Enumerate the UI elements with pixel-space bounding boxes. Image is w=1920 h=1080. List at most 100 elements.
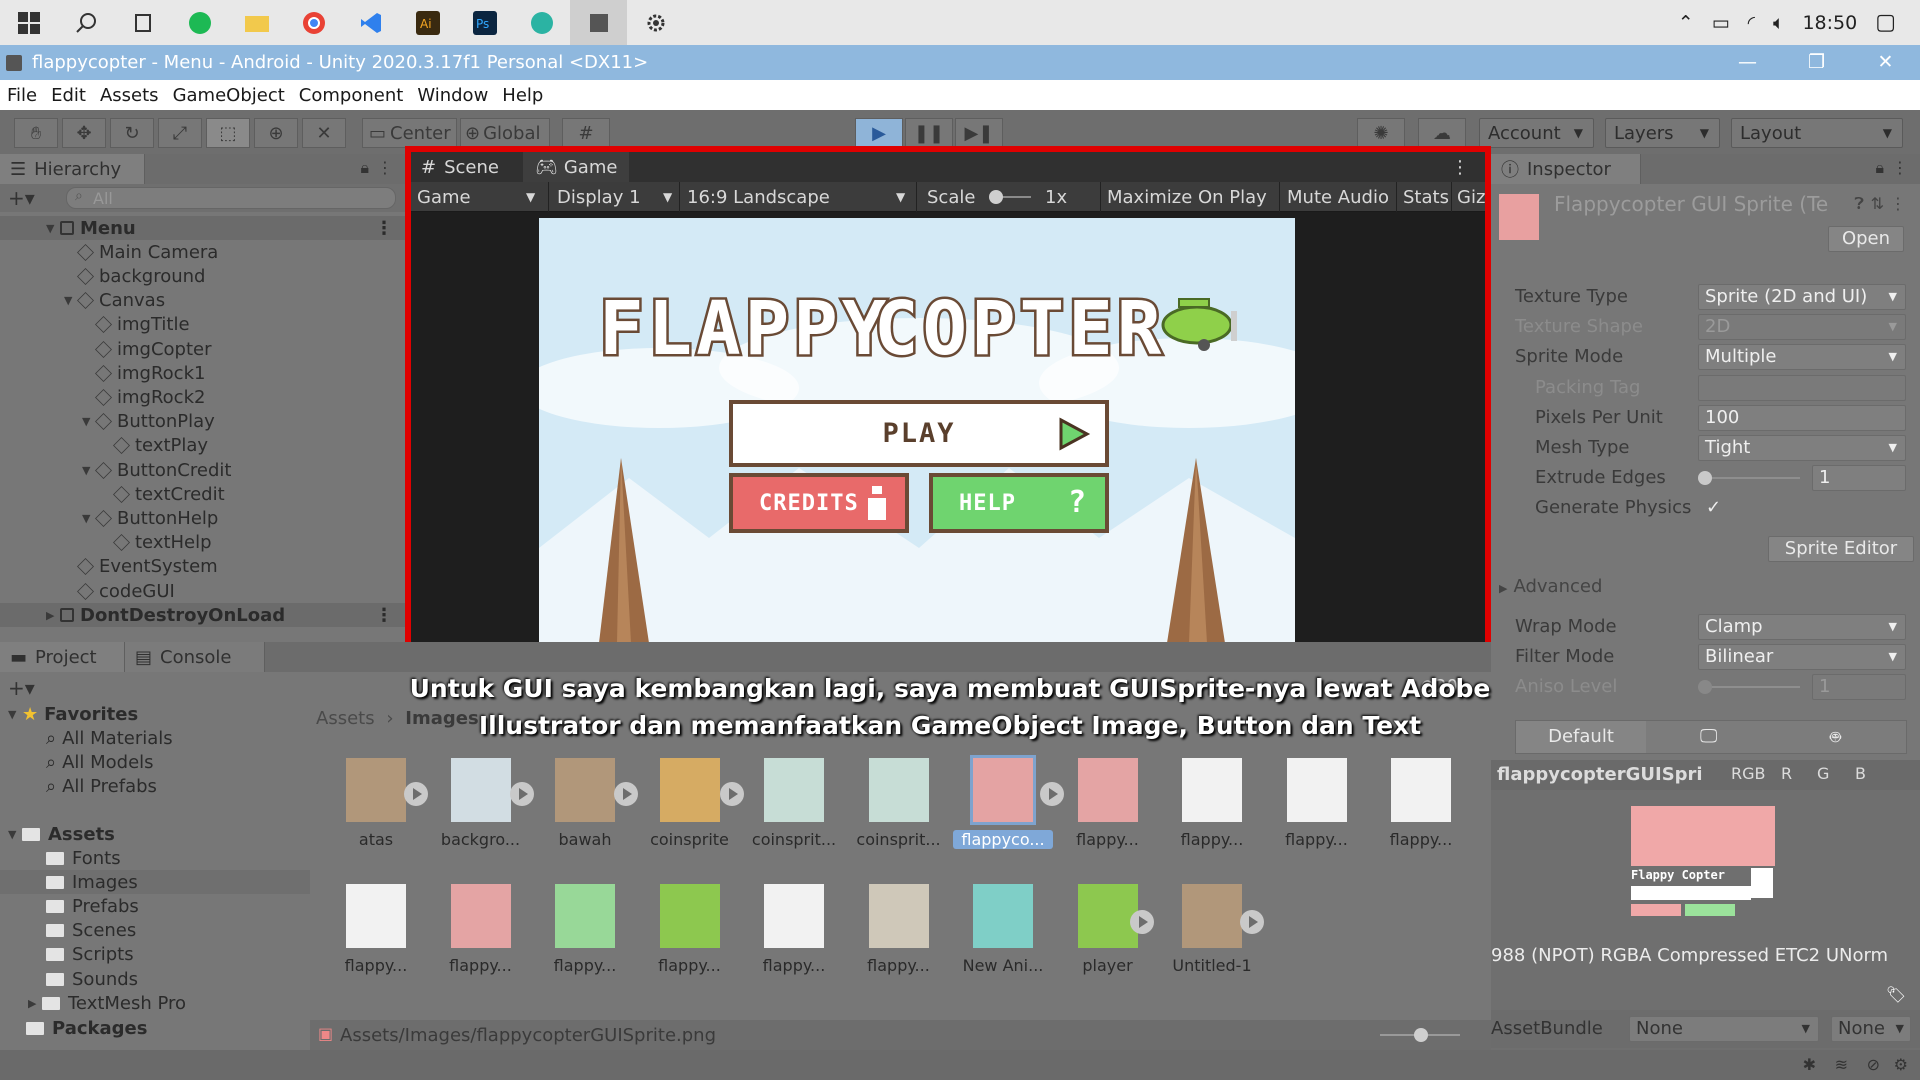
photoshop-icon[interactable]: Ps bbox=[456, 0, 513, 45]
asset-thumbnail[interactable] bbox=[1182, 884, 1242, 948]
chevron-up-icon[interactable]: ⌃ bbox=[1678, 12, 1694, 34]
asset-label[interactable]: flappy... bbox=[1058, 830, 1158, 849]
restore-icon[interactable]: ❐ bbox=[1782, 45, 1851, 80]
tab-project[interactable]: ▬ Project bbox=[0, 642, 125, 672]
favorite-item[interactable]: ⌕ All Materials bbox=[0, 726, 310, 750]
layout-dropdown[interactable]: Layout ▼ bbox=[1731, 118, 1903, 148]
task-view-icon[interactable] bbox=[114, 0, 171, 45]
more-icon[interactable]: ⋮ bbox=[375, 218, 393, 239]
expand-sprite-icon[interactable] bbox=[510, 782, 534, 806]
asset-thumbnail[interactable] bbox=[868, 884, 929, 948]
setting-input[interactable] bbox=[1698, 374, 1906, 401]
move-tool-icon[interactable]: ✥ bbox=[62, 118, 106, 148]
asset-thumbnail[interactable] bbox=[555, 884, 615, 948]
asset-label[interactable]: flappy... bbox=[1267, 830, 1367, 849]
asset-thumbnail[interactable] bbox=[346, 884, 406, 948]
checkbox[interactable]: ✓ bbox=[1706, 497, 1721, 518]
asset-label[interactable]: coinsprite bbox=[640, 830, 740, 849]
progress-icon[interactable]: ⚙︎ bbox=[1894, 1055, 1908, 1074]
chevron-down-icon[interactable]: ▼ bbox=[8, 828, 22, 841]
setting-dropdown[interactable]: Clamp ▼ bbox=[1698, 614, 1906, 640]
hierarchy-item[interactable]: ▼ Menu ⋮ bbox=[0, 216, 405, 240]
platform-tab-default[interactable]: Default bbox=[1516, 721, 1646, 753]
asset-label[interactable]: flappy... bbox=[849, 956, 949, 975]
expand-sprite-icon[interactable] bbox=[404, 782, 428, 806]
transform-tool-icon[interactable]: ⊕ bbox=[254, 118, 298, 148]
menu-component[interactable]: Component bbox=[299, 85, 404, 106]
expand-sprite-icon[interactable] bbox=[720, 782, 744, 806]
project-folder[interactable]: Prefabs bbox=[0, 894, 310, 918]
hierarchy-item[interactable]: ▼ Canvas bbox=[0, 289, 405, 313]
help-circle-icon[interactable]: ❓︎ bbox=[1854, 194, 1864, 214]
favorites-folder[interactable]: ▼ ★ Favorites bbox=[0, 702, 310, 726]
more-icon[interactable]: ⋮ bbox=[375, 605, 393, 626]
vscode-icon[interactable] bbox=[342, 0, 399, 45]
layers-dropdown[interactable]: Layers ▼ bbox=[1605, 118, 1720, 148]
preset-icon[interactable]: ⇅ bbox=[1871, 194, 1884, 213]
asset-label[interactable]: flappy... bbox=[326, 956, 426, 975]
scale-slider[interactable] bbox=[989, 190, 1031, 204]
asset-label[interactable]: New Ani... bbox=[953, 956, 1053, 975]
asset-label[interactable]: flappy... bbox=[431, 956, 531, 975]
collab-icon[interactable]: ✺ bbox=[1357, 118, 1405, 148]
battery-icon[interactable]: ▭ bbox=[1712, 12, 1730, 34]
maximize-on-play-toggle[interactable]: Maximize On Play bbox=[1107, 182, 1267, 212]
lock-icon[interactable]: 🔒︎ bbox=[1875, 158, 1884, 178]
mute-audio-toggle[interactable]: Mute Audio bbox=[1287, 182, 1389, 212]
unity-taskbar-icon[interactable] bbox=[570, 0, 627, 45]
menu-edit[interactable]: Edit bbox=[51, 85, 86, 106]
hierarchy-item[interactable]: Main Camera bbox=[0, 240, 405, 264]
chevron-down-icon[interactable]: ▼ bbox=[46, 222, 60, 235]
hierarchy-item[interactable]: codeGUI bbox=[0, 579, 405, 603]
favorite-item[interactable]: ⌕ All Models bbox=[0, 750, 310, 774]
hierarchy-item[interactable]: imgCopter bbox=[0, 337, 405, 361]
chevron-right-icon[interactable]: ▶ bbox=[46, 609, 60, 622]
setting-dropdown[interactable]: Tight ▼ bbox=[1698, 435, 1906, 461]
step-button[interactable]: ▶❚ bbox=[955, 118, 1003, 148]
monitor-icon[interactable]: 🖵 bbox=[1700, 726, 1717, 747]
rect-tool-icon[interactable]: ⬚ bbox=[206, 118, 250, 148]
scale-slider-thumb[interactable] bbox=[989, 190, 1003, 204]
setting-input[interactable]: 1 bbox=[1812, 465, 1906, 492]
hierarchy-item[interactable]: ▼ ButtonHelp bbox=[0, 506, 405, 530]
more-icon[interactable]: ⋮ bbox=[377, 158, 393, 177]
asset-label[interactable]: flappy... bbox=[1162, 830, 1262, 849]
packages-folder[interactable]: Packages bbox=[0, 1016, 310, 1040]
autogenerate-icon[interactable]: ⊘ bbox=[1867, 1055, 1880, 1074]
more-icon[interactable]: ⋮ bbox=[1892, 158, 1908, 177]
add-icon[interactable]: +▾ bbox=[8, 676, 35, 700]
asset-thumbnail[interactable] bbox=[1182, 758, 1242, 822]
file-explorer-icon[interactable] bbox=[228, 0, 285, 45]
pivot-global-button[interactable]: ⊕ Global bbox=[460, 118, 550, 148]
asset-thumbnail[interactable] bbox=[868, 758, 929, 822]
asset-thumbnail[interactable] bbox=[1077, 884, 1138, 948]
help-button[interactable]: HELP ? bbox=[929, 473, 1109, 533]
menu-help[interactable]: Help bbox=[502, 85, 543, 106]
asset-thumbnail[interactable] bbox=[346, 758, 406, 822]
tab-inspector[interactable]: ⓘ Inspector bbox=[1491, 154, 1641, 184]
expand-sprite-icon[interactable] bbox=[1130, 910, 1154, 934]
asset-thumbnail[interactable] bbox=[764, 884, 824, 948]
hierarchy-item[interactable]: ▶ DontDestroyOnLoad ⋮ bbox=[0, 603, 405, 628]
hierarchy-item[interactable]: imgRock1 bbox=[0, 361, 405, 385]
clock[interactable]: 18:50 bbox=[1802, 12, 1857, 34]
asset-label[interactable]: coinsprit... bbox=[849, 830, 949, 849]
channel-g-button[interactable]: G bbox=[1817, 764, 1829, 783]
expand-sprite-icon[interactable] bbox=[1040, 782, 1064, 806]
icon-size-slider-thumb[interactable] bbox=[1414, 1028, 1428, 1042]
rotate-tool-icon[interactable]: ↻ bbox=[110, 118, 154, 148]
asset-label[interactable]: flappy... bbox=[535, 956, 635, 975]
hierarchy-item[interactable]: ▼ ButtonCredit bbox=[0, 458, 405, 482]
tab-hierarchy[interactable]: ☰ Hierarchy bbox=[0, 154, 145, 184]
slider-thumb[interactable] bbox=[1698, 471, 1712, 486]
menu-assets[interactable]: Assets bbox=[100, 85, 159, 106]
hierarchy-item[interactable]: EventSystem bbox=[0, 555, 405, 579]
illustrator-icon[interactable]: Ai bbox=[399, 0, 456, 45]
asset-thumbnail[interactable] bbox=[450, 758, 511, 822]
channel-rgb-button[interactable]: RGB bbox=[1731, 764, 1766, 783]
asset-thumbnail[interactable] bbox=[1077, 758, 1138, 822]
scale-tool-icon[interactable]: ⤢ bbox=[158, 118, 202, 148]
asset-thumbnail[interactable] bbox=[450, 884, 511, 948]
chevron-right-icon[interactable]: ▶ bbox=[28, 997, 42, 1010]
wifi-icon[interactable]: ◜ bbox=[1748, 12, 1755, 34]
